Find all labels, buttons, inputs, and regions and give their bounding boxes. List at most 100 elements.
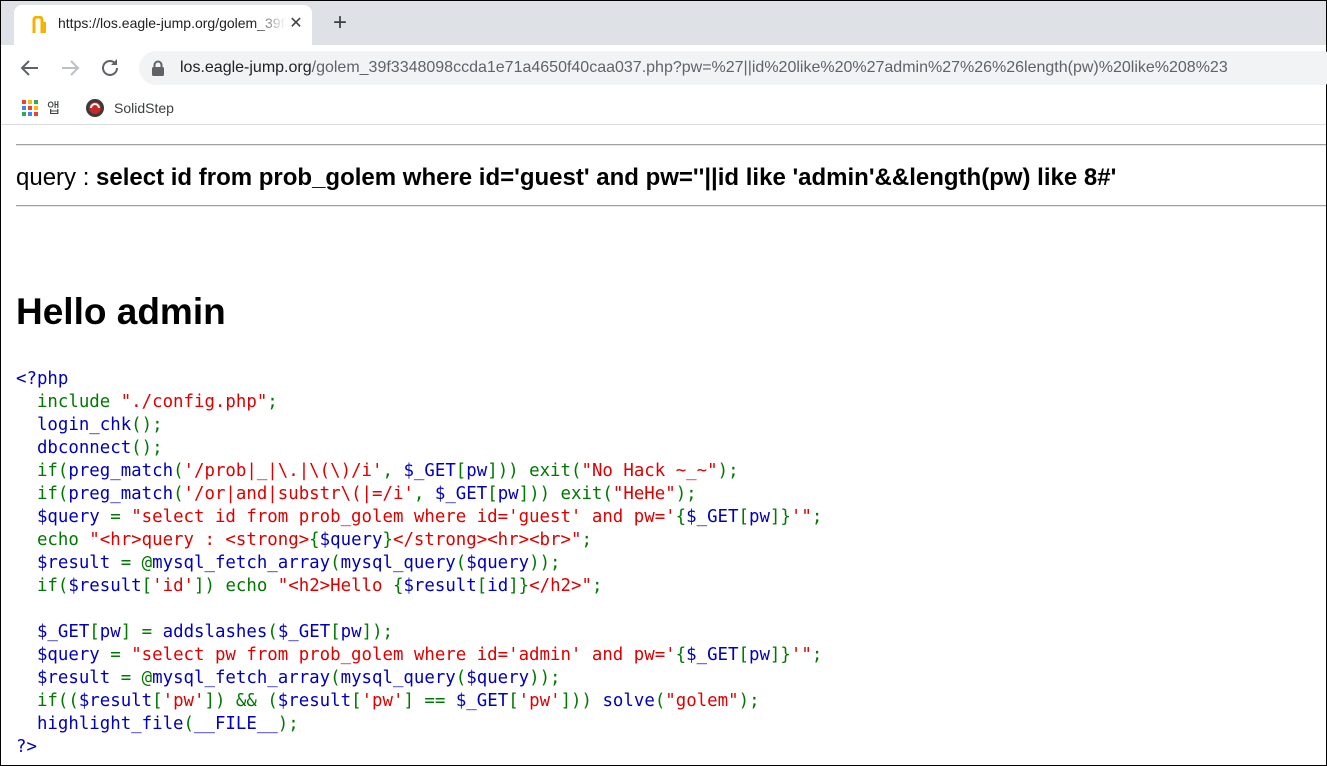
code-token-keyword: (); — [131, 438, 163, 458]
bookmarks-bar: 앱 SolidStep — [1, 91, 1326, 125]
code-token-keyword: { — [392, 576, 404, 596]
code-token-default: solve — [602, 691, 655, 711]
code-token-keyword: [ — [738, 507, 749, 527]
code-token-keyword: ]} — [769, 507, 791, 527]
code-token-default: pw — [497, 484, 519, 504]
code-token-keyword: ( — [173, 461, 184, 481]
site-favicon-icon — [32, 16, 46, 33]
code-token-string: 'pw' — [162, 691, 205, 711]
code-token-keyword: echo — [16, 530, 90, 550]
code-token-keyword: ; — [811, 645, 823, 665]
code-token-default: $_GET — [277, 622, 331, 642]
reload-icon[interactable] — [98, 56, 122, 80]
top-divider — [16, 144, 1326, 146]
code-token-keyword: = — [110, 645, 132, 665]
code-token-keyword: [ — [89, 622, 100, 642]
code-token-keyword: ); — [717, 461, 739, 481]
code-token-keyword: include — [16, 392, 121, 412]
bookmark-apps[interactable]: 앱 — [22, 97, 60, 119]
code-token-default: $_GET — [16, 622, 90, 642]
url-path: /golem_39f3348098ccda1e71a4650f40caa037.… — [311, 59, 1228, 76]
code-line: ?> — [16, 736, 822, 759]
code-token-keyword: if(( — [16, 691, 79, 711]
code-token-default: __FILE__ — [194, 714, 278, 734]
code-token-default: $_GET — [434, 484, 488, 504]
code-token-default: $result — [277, 691, 352, 711]
code-token-string: "<h2>Hello — [277, 576, 393, 596]
code-token-default: id — [487, 576, 509, 596]
code-token-keyword: { — [675, 645, 687, 665]
code-token-default: preg_match — [68, 461, 174, 481]
tab-strip: https://los.eagle-jump.org/golem_39f3348… — [1, 1, 1326, 45]
bookmark-solidstep[interactable]: SolidStep — [85, 97, 174, 119]
code-token-string: "./config.php" — [120, 392, 268, 412]
code-line: highlight_file(__FILE__); — [16, 713, 822, 736]
code-token-string: "<hr>query : <strong> — [89, 530, 310, 550]
code-token-keyword: [ — [152, 691, 163, 711]
bookmark-label: SolidStep — [114, 100, 174, 116]
code-token-keyword: ; — [811, 507, 823, 527]
code-line: login_chk(); — [16, 414, 822, 437]
code-token-keyword: )); — [529, 668, 561, 688]
code-token-default: addslashes — [162, 622, 268, 642]
lock-icon[interactable] — [151, 60, 165, 76]
code-token-html: <?php — [16, 369, 69, 389]
apps-grid-icon — [22, 100, 38, 116]
code-token-keyword: ; — [267, 392, 278, 412]
code-token-default: $result — [403, 576, 477, 596]
code-token-default: $result — [68, 576, 142, 596]
code-token-keyword: [ — [487, 484, 498, 504]
address-bar[interactable]: los.eagle-jump.org/golem_39f3348098ccda1… — [139, 51, 1327, 85]
code-token-default: $query — [16, 645, 111, 665]
query-sql: select id from prob_golem where id='gues… — [96, 164, 1117, 191]
code-token-string: "HeHe" — [612, 484, 676, 504]
code-token-string: '/or|and|substr\(|=/i' — [183, 484, 414, 504]
code-line: $result = @mysql_fetch_array(mysql_query… — [16, 552, 822, 575]
back-arrow-icon[interactable] — [18, 56, 42, 80]
code-token-string: 'pw' — [518, 691, 561, 711]
code-token-default: $result — [16, 668, 121, 688]
tab-active[interactable]: https://los.eagle-jump.org/golem_39f3348… — [14, 5, 312, 45]
code-line: $query = "select id from prob_golem wher… — [16, 506, 822, 529]
code-token-keyword: [ — [455, 461, 467, 481]
code-token-keyword: ])) exit( — [518, 484, 613, 504]
code-token-keyword: ]) && ( — [204, 691, 278, 711]
close-tab-icon[interactable]: ✕ — [286, 14, 306, 34]
code-token-default: $_GET — [686, 645, 739, 665]
code-token-keyword: ; — [591, 576, 603, 596]
code-token-keyword: ( — [183, 714, 195, 734]
code-token-keyword: = @ — [120, 668, 153, 688]
code-token-default: mysql_fetch_array — [152, 553, 331, 573]
code-token-keyword: ); — [675, 484, 697, 504]
code-token-html: ?> — [16, 737, 37, 757]
code-token-keyword: ( — [267, 622, 278, 642]
code-line: if(($result['pw']) && ($result['pw'] == … — [16, 690, 822, 713]
code-token-keyword: [ — [330, 622, 341, 642]
code-token-string: "golem" — [665, 691, 739, 711]
code-token-keyword: ( — [455, 668, 467, 688]
forward-arrow-icon[interactable] — [58, 56, 82, 80]
code-token-string: </h2>" — [529, 576, 592, 596]
code-token-keyword: if( — [16, 576, 69, 596]
code-token-default: pw — [466, 461, 488, 481]
code-token-keyword: } — [382, 530, 393, 550]
code-token-default: $_GET — [403, 461, 456, 481]
new-tab-button[interactable]: + — [327, 11, 353, 37]
url-text[interactable]: los.eagle-jump.org/golem_39f3348098ccda1… — [180, 59, 1228, 77]
code-token-keyword: , — [413, 484, 435, 504]
code-token-keyword: , — [382, 461, 404, 481]
code-token-default: $_GET — [686, 507, 739, 527]
hello-heading: Hello admin — [16, 291, 226, 332]
code-line: if(preg_match('/prob|_|\.|\(\)/i', $_GET… — [16, 460, 822, 483]
code-token-keyword: { — [675, 507, 687, 527]
code-token-keyword: [ — [508, 691, 519, 711]
code-token-keyword: ( — [455, 553, 467, 573]
solidstep-logo-icon — [86, 99, 104, 117]
code-token-default: mysql_fetch_array — [152, 668, 331, 688]
bottom-divider — [16, 205, 1326, 207]
code-token-keyword: [ — [476, 576, 488, 596]
code-token-keyword: ( — [330, 668, 341, 688]
code-token-keyword: [ — [738, 645, 749, 665]
code-token-default: pw — [748, 507, 770, 527]
code-token-keyword: ); — [277, 714, 299, 734]
